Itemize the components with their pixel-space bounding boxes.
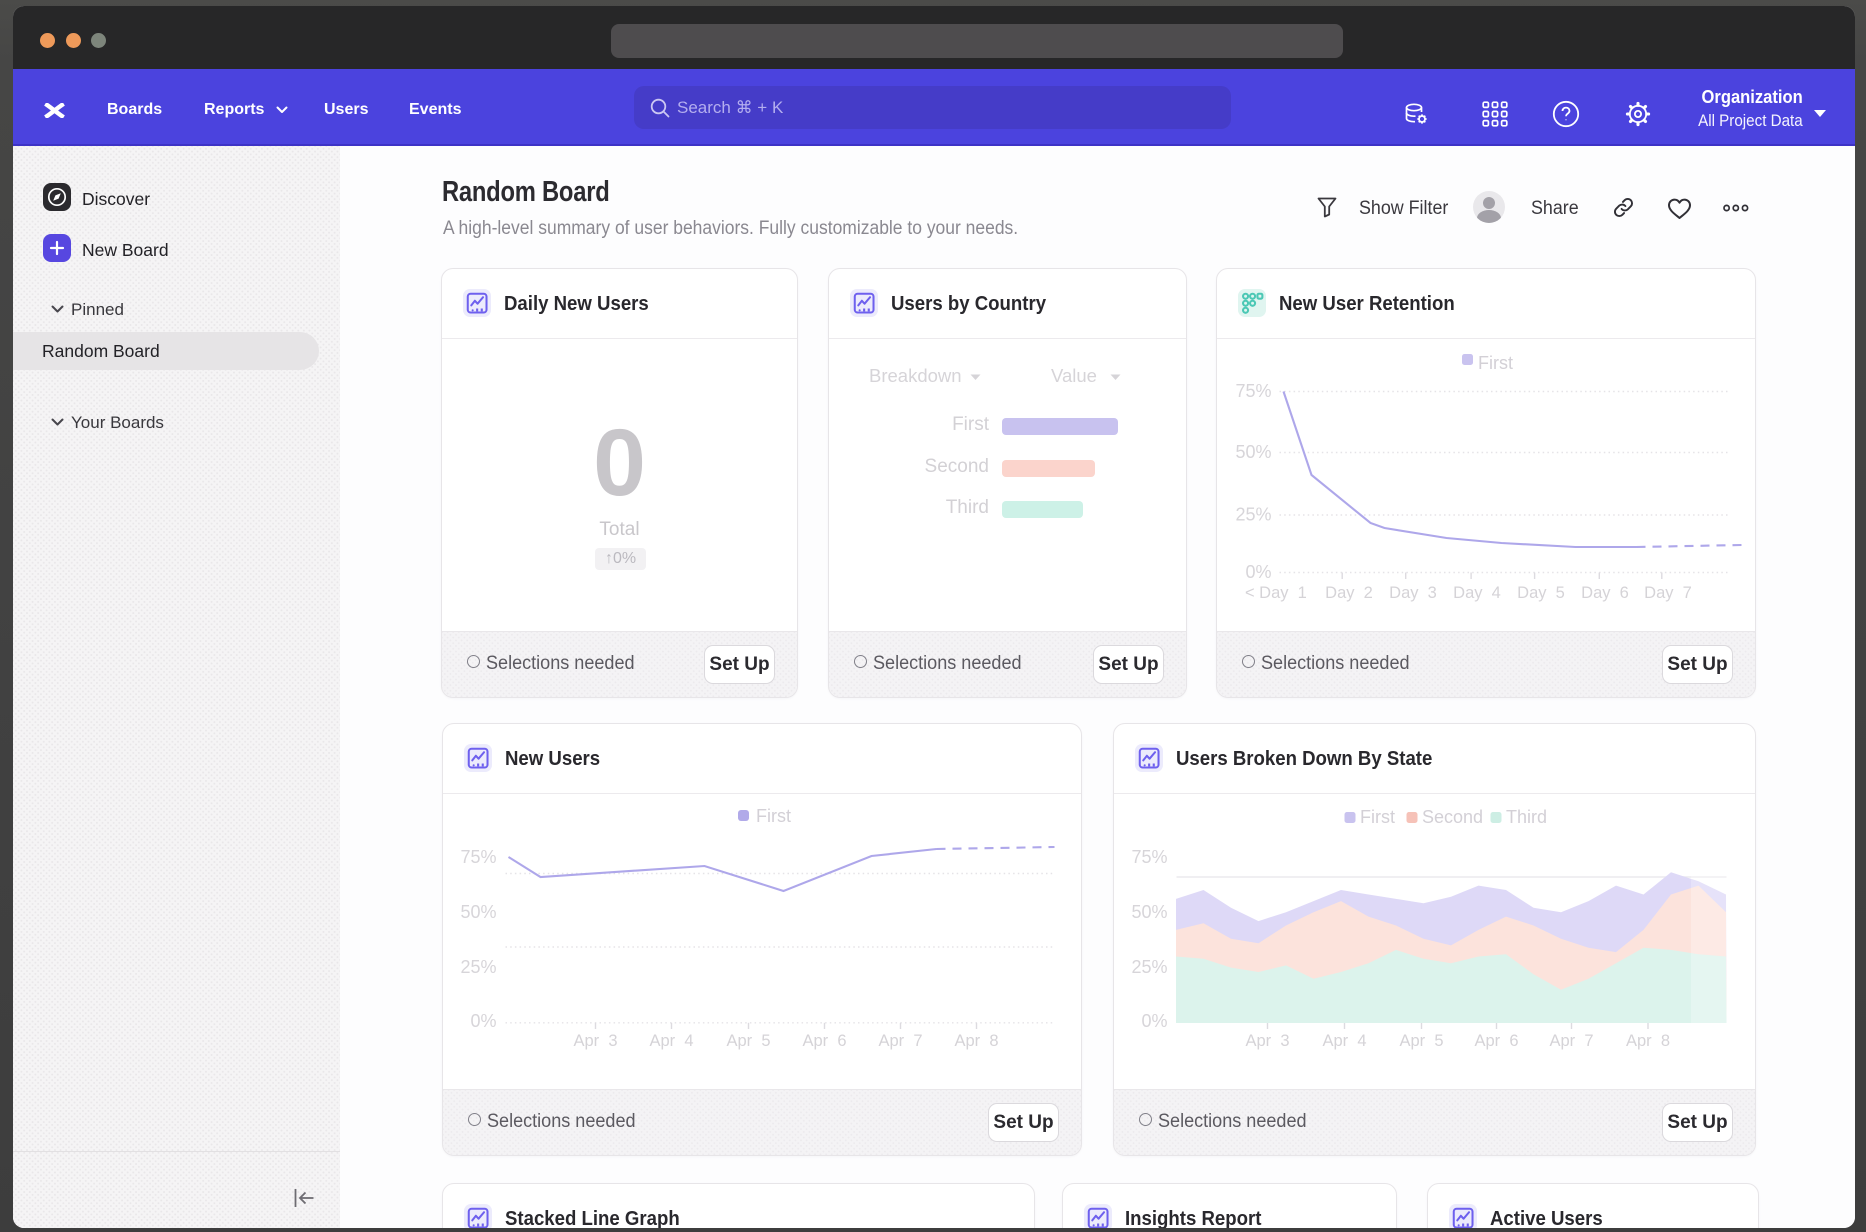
svg-text:25%: 25% [1235, 505, 1271, 525]
svg-text:25%: 25% [1131, 957, 1167, 977]
svg-text:Apr 5: Apr 5 [726, 1032, 770, 1050]
svg-text:Day 5: Day 5 [1517, 584, 1565, 602]
svg-text:Day 2: Day 2 [1325, 584, 1373, 602]
svg-text:Apr 8: Apr 8 [1626, 1032, 1670, 1050]
svg-text:Apr 7: Apr 7 [1549, 1032, 1593, 1050]
svg-text:50%: 50% [1131, 902, 1167, 922]
svg-text:Day 3: Day 3 [1389, 584, 1437, 602]
svg-text:Apr 3: Apr 3 [1245, 1032, 1289, 1050]
svg-text:0%: 0% [1141, 1011, 1167, 1031]
svg-text:Apr 8: Apr 8 [954, 1032, 998, 1050]
svg-text:Day 1: Day 1 [1259, 584, 1307, 602]
svg-text:0%: 0% [470, 1011, 496, 1031]
svg-text:Apr 3: Apr 3 [573, 1032, 617, 1050]
svg-text:First: First [1478, 353, 1513, 373]
svg-text:<: < [1245, 584, 1255, 602]
svg-text:75%: 75% [1235, 381, 1271, 401]
svg-text:Apr 6: Apr 6 [802, 1032, 846, 1050]
svg-text:Apr 5: Apr 5 [1399, 1032, 1443, 1050]
svg-text:Day 7: Day 7 [1644, 584, 1692, 602]
svg-text:Apr 4: Apr 4 [1322, 1032, 1366, 1050]
svg-text:50%: 50% [460, 902, 496, 922]
svg-text:Third: Third [1506, 807, 1547, 827]
svg-text:Second: Second [1422, 807, 1483, 827]
svg-text:25%: 25% [460, 957, 496, 977]
svg-text:First: First [1360, 807, 1395, 827]
svg-text:0%: 0% [1245, 562, 1271, 582]
svg-text:Apr 7: Apr 7 [878, 1032, 922, 1050]
svg-text:75%: 75% [1131, 847, 1167, 867]
svg-text:50%: 50% [1235, 442, 1271, 462]
svg-text:Apr 4: Apr 4 [649, 1032, 693, 1050]
svg-text:Apr 6: Apr 6 [1474, 1032, 1518, 1050]
svg-text:First: First [756, 806, 791, 826]
svg-text:75%: 75% [460, 847, 496, 867]
svg-text:Day 4: Day 4 [1453, 584, 1501, 602]
svg-text:Day 6: Day 6 [1581, 584, 1629, 602]
